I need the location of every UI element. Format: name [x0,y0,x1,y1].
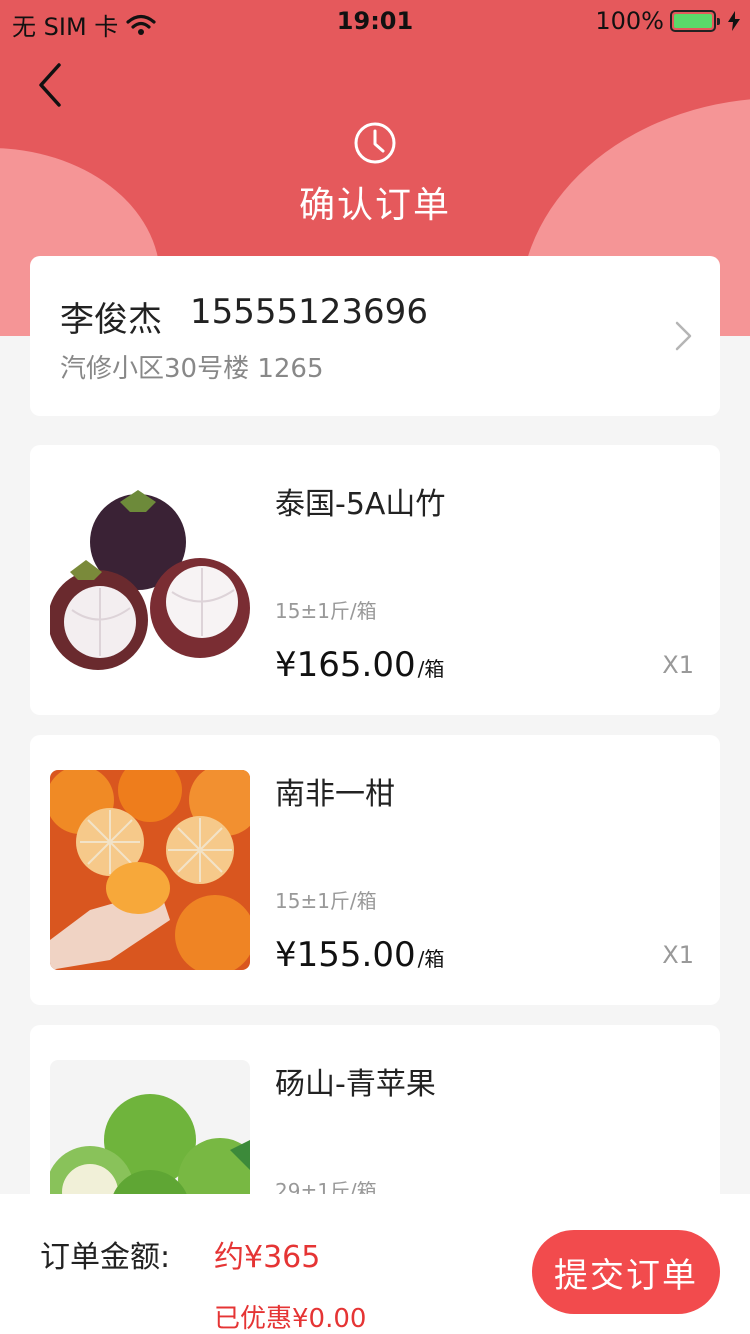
total-label: 订单金额: [40,1240,171,1275]
order-footer: 订单金额: 约¥365 已优惠¥0.00 提交订单 [0,1194,750,1334]
product-spec: 15±1斤/箱 [275,599,377,623]
total-value: 约¥365 [214,1240,321,1275]
price-amount: ¥155.00 [275,935,416,975]
product-quantity: X1 [662,941,694,969]
price-amount: ¥165.00 [275,645,416,685]
charging-icon [728,11,740,31]
product-card[interactable]: 泰国-5A山竹 15±1斤/箱 ¥165.00 /箱 X1 [30,445,720,715]
battery-percent: 100% [595,7,664,35]
page-title: 确认订单 [298,185,451,226]
product-image-mangosteen [50,480,250,680]
chevron-right-icon [675,321,692,351]
battery-icon [670,10,720,32]
price-unit: /箱 [417,657,445,681]
back-button[interactable] [28,60,72,110]
product-price: ¥165.00 /箱 [275,645,444,685]
product-name: 南非一柑 [275,777,395,812]
product-card[interactable]: 南非一柑 15±1斤/箱 ¥155.00 /箱 X1 [30,735,720,1005]
recipient-phone: 15555123696 [190,292,428,332]
product-spec: 15±1斤/箱 [275,889,377,913]
product-image-mandarin [50,770,250,970]
discount-text: 已优惠¥0.00 [214,1304,367,1334]
submit-order-button[interactable]: 提交订单 [532,1230,720,1314]
address-detail: 汽修小区30号楼 1265 [60,354,324,384]
status-bar: 无 SIM 卡 19:01 100% [0,0,750,41]
back-chevron-icon [39,63,61,107]
address-card[interactable]: 李俊杰 15555123696 汽修小区30号楼 1265 [30,256,720,416]
product-price: ¥155.00 /箱 [275,935,444,975]
product-quantity: X1 [662,651,694,679]
price-unit: /箱 [417,947,445,971]
product-name: 泰国-5A山竹 [275,487,446,522]
product-name: 砀山-青苹果 [275,1067,436,1102]
clock-icon [354,122,396,164]
recipient-name: 李俊杰 [60,300,162,340]
